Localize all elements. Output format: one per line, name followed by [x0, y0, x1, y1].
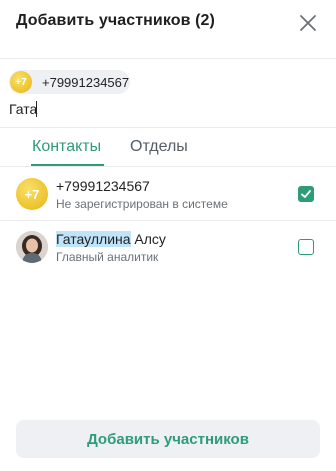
tab-contacts[interactable]: Контакты — [32, 138, 101, 156]
search-match-highlight: Гатауллина — [56, 231, 131, 247]
checkmark-icon — [301, 190, 311, 198]
dialog-title: Добавить участников (2) — [16, 12, 215, 29]
user-avatar — [16, 231, 48, 263]
selected-participant-chip[interactable]: +7 +79991234567 — [9, 70, 130, 94]
contact-name: Гатауллина Алсу — [56, 231, 166, 247]
select-checkbox[interactable] — [298, 186, 314, 202]
select-checkbox[interactable] — [298, 239, 314, 255]
search-divider — [0, 127, 336, 128]
chip-avatar: +7 — [10, 71, 32, 93]
tab-departments[interactable]: Отделы — [130, 138, 188, 156]
user-photo-icon — [16, 231, 48, 263]
list-item-employee[interactable]: Гатауллина Алсу Главный аналитик — [0, 221, 336, 274]
add-participants-dialog: Добавить участников (2) +7 +79991234567 … — [0, 0, 336, 471]
dialog-header: Добавить участников (2) — [0, 0, 336, 44]
header-divider — [0, 58, 336, 59]
tabs: Контакты Отделы — [0, 130, 336, 166]
name-rest: Алсу — [130, 231, 166, 247]
chip-label: +79991234567 — [42, 74, 130, 90]
avatar: +7 — [16, 178, 48, 210]
contact-subtitle: Не зарегистрирован в системе — [56, 197, 228, 211]
search-input[interactable] — [9, 99, 309, 119]
text-caret — [36, 101, 37, 117]
add-participants-button[interactable]: Добавить участников — [16, 420, 320, 458]
list-item-phone-contact[interactable]: +7 +79991234567 Не зарегистрирован в сис… — [0, 167, 336, 220]
close-icon[interactable] — [298, 13, 318, 33]
contact-name: +79991234567 — [56, 178, 150, 194]
contact-subtitle: Главный аналитик — [56, 250, 159, 264]
